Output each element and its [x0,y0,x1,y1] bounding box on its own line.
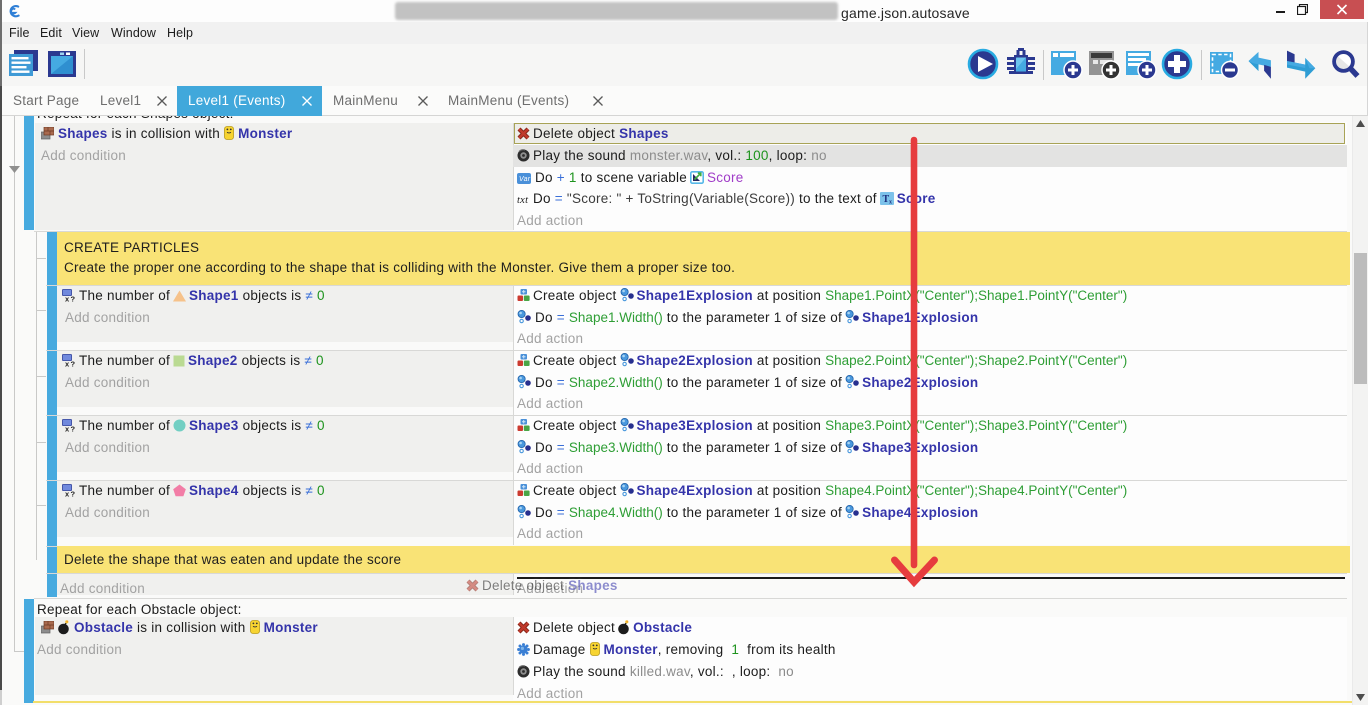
svg-text:x: x [65,295,70,303]
svg-text:x: x [65,490,70,498]
svg-text:?: ? [71,360,76,368]
svg-text:?: ? [71,490,76,498]
svg-text:?: ? [71,425,76,433]
svg-text:x: x [65,360,70,368]
svg-text:txt: txt [517,195,529,205]
svg-text:Var: Var [519,176,531,183]
svg-text:x: x [65,425,70,433]
svg-text:?: ? [71,295,76,303]
